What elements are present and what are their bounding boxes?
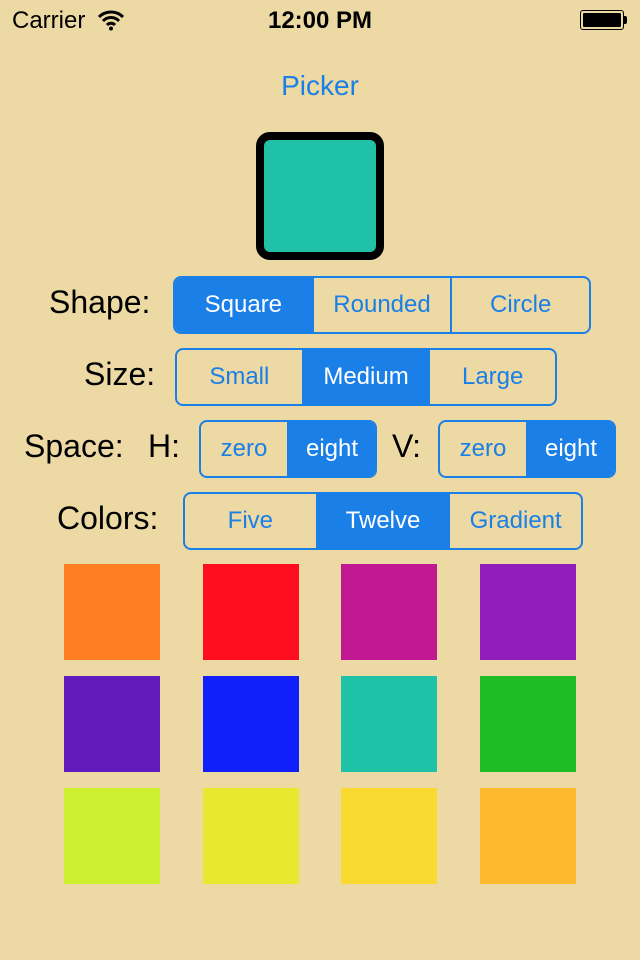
shape-segmented-control[interactable]: Square Rounded Circle: [173, 276, 591, 334]
colors-option-five[interactable]: Five: [185, 494, 316, 548]
color-swatch[interactable]: [341, 676, 437, 772]
space-label: Space:: [24, 428, 124, 464]
size-option-small[interactable]: Small: [177, 350, 302, 404]
shape-option-square[interactable]: Square: [175, 278, 312, 332]
clock-time: 12:00 PM: [267, 7, 373, 34]
status-bar: Carrier 12:00 PM: [0, 0, 640, 40]
shape-option-circle[interactable]: Circle: [450, 278, 589, 332]
space-h-segmented-control[interactable]: zero eight: [199, 420, 377, 478]
color-swatch[interactable]: [341, 788, 437, 884]
color-swatch[interactable]: [64, 676, 160, 772]
shape-option-rounded[interactable]: Rounded: [311, 278, 451, 332]
color-swatch[interactable]: [203, 676, 299, 772]
color-swatch[interactable]: [480, 676, 576, 772]
page-title: Picker: [281, 70, 359, 101]
battery-icon: [580, 10, 628, 30]
color-swatch[interactable]: [203, 788, 299, 884]
color-swatch[interactable]: [64, 788, 160, 884]
colors-option-twelve[interactable]: Twelve: [315, 494, 449, 548]
size-label: Size:: [84, 356, 156, 392]
size-option-medium[interactable]: Medium: [301, 350, 429, 404]
colors-segmented-control[interactable]: Five Twelve Gradient: [183, 492, 583, 550]
color-preview: [256, 132, 384, 260]
shape-label: Shape:: [49, 284, 151, 320]
color-swatch[interactable]: [203, 564, 299, 660]
space-v-option-eight[interactable]: eight: [526, 422, 614, 476]
space-v-option-zero[interactable]: zero: [440, 422, 526, 476]
size-option-large[interactable]: Large: [428, 350, 555, 404]
colors-label: Colors:: [57, 500, 159, 536]
color-swatch[interactable]: [341, 564, 437, 660]
space-h-option-zero[interactable]: zero: [201, 422, 287, 476]
space-h-option-eight[interactable]: eight: [287, 422, 375, 476]
color-swatch[interactable]: [480, 564, 576, 660]
space-v-segmented-control[interactable]: zero eight: [438, 420, 616, 478]
colors-option-gradient[interactable]: Gradient: [448, 494, 581, 548]
color-swatch[interactable]: [64, 564, 160, 660]
color-swatch[interactable]: [480, 788, 576, 884]
size-segmented-control[interactable]: Small Medium Large: [175, 348, 557, 406]
space-v-label: V:: [392, 428, 422, 464]
space-h-label: H:: [148, 428, 180, 464]
